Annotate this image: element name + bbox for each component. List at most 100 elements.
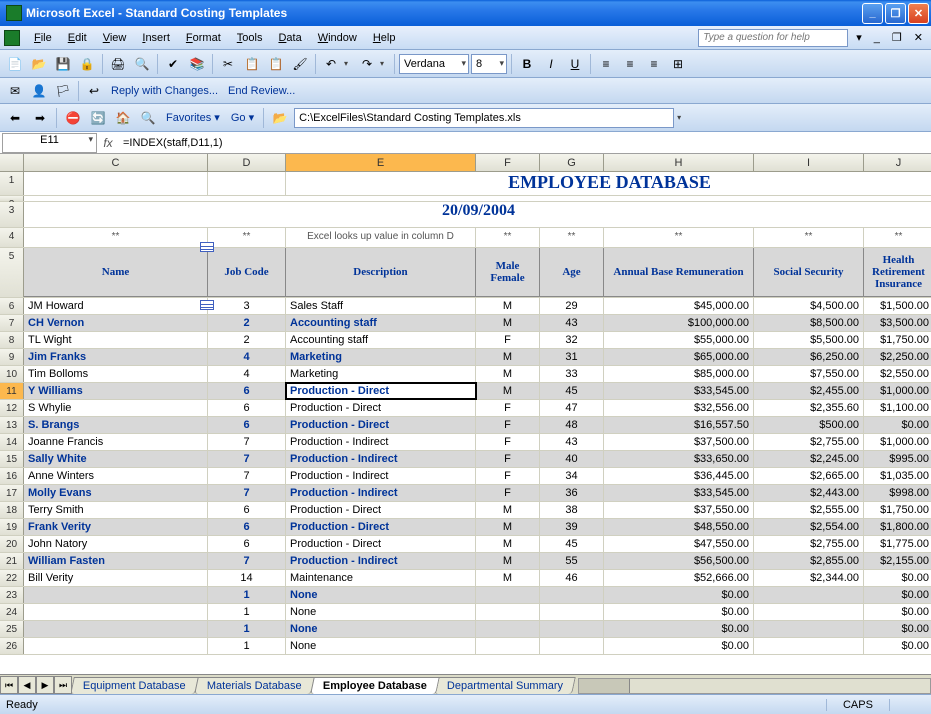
cell-name[interactable] <box>24 621 208 637</box>
back-icon[interactable]: ⬅ <box>4 107 26 129</box>
cell-health[interactable]: $0.00 <box>864 587 931 603</box>
row-header[interactable]: 8 <box>0 332 24 348</box>
workbook-minimize-button[interactable]: _ <box>870 32 884 44</box>
data-row[interactable]: 21William Fasten7Production - IndirectM5… <box>0 553 931 570</box>
tab-nav-next-icon[interactable]: ▶ <box>36 676 54 694</box>
cell-social-security[interactable] <box>754 638 864 654</box>
cell-description[interactable]: Production - Indirect <box>286 468 476 484</box>
menu-tools[interactable]: Tools <box>229 29 271 47</box>
align-left-icon[interactable]: ≡ <box>595 53 617 75</box>
cell-social-security[interactable]: $2,665.00 <box>754 468 864 484</box>
row-header[interactable]: 16 <box>0 468 24 484</box>
print-preview-icon[interactable]: 🔍 <box>131 53 153 75</box>
cell-description[interactable]: Production - Indirect <box>286 485 476 501</box>
row-header[interactable]: 10 <box>0 366 24 382</box>
cell-jobcode[interactable]: 14 <box>208 570 286 586</box>
forward-icon[interactable]: ➡ <box>29 107 51 129</box>
data-row[interactable]: 20John Natory6Production - DirectM45$47,… <box>0 536 931 553</box>
cell-social-security[interactable] <box>754 587 864 603</box>
cell-health[interactable]: $1,000.00 <box>864 383 931 399</box>
cell-name[interactable] <box>24 638 208 654</box>
spreadsheet-grid[interactable]: C D E F G H I J 1 EMPLOYEE DATABASE 2 3 … <box>0 154 931 674</box>
data-row[interactable]: 18Terry Smith6Production - DirectM38$37,… <box>0 502 931 519</box>
cell-name[interactable]: JM Howard <box>24 298 208 314</box>
save-icon[interactable]: 💾 <box>52 53 74 75</box>
data-row[interactable]: 19Frank Verity6Production - DirectM39$48… <box>0 519 931 536</box>
cell-gender[interactable]: M <box>476 502 540 518</box>
col-header[interactable]: C <box>24 154 208 171</box>
cell-age[interactable]: 32 <box>540 332 604 348</box>
redo-icon[interactable]: ↷ <box>356 53 378 75</box>
copy-icon[interactable]: 📋 <box>241 53 263 75</box>
cell-name[interactable]: Frank Verity <box>24 519 208 535</box>
cell-jobcode[interactable]: 7 <box>208 451 286 467</box>
cell-jobcode[interactable]: 6 <box>208 400 286 416</box>
row-header[interactable]: 14 <box>0 434 24 450</box>
sheet-tab[interactable]: Departmental Summary <box>435 677 577 694</box>
cell-health[interactable]: $1,775.00 <box>864 536 931 552</box>
cell-remuneration[interactable]: $47,550.00 <box>604 536 754 552</box>
cell-remuneration[interactable]: $37,550.00 <box>604 502 754 518</box>
cell-jobcode[interactable]: 7 <box>208 553 286 569</box>
cell-health[interactable]: $1,750.00 <box>864 502 931 518</box>
cell-name[interactable]: Terry Smith <box>24 502 208 518</box>
cell-jobcode[interactable]: 6 <box>208 383 286 399</box>
permission-icon[interactable]: 🔒 <box>76 53 98 75</box>
cell-remuneration[interactable]: $52,666.00 <box>604 570 754 586</box>
cell-remuneration[interactable]: $48,550.00 <box>604 519 754 535</box>
cell-jobcode[interactable]: 2 <box>208 332 286 348</box>
data-row[interactable]: 10Tim Bolloms4MarketingM33$85,000.00$7,5… <box>0 366 931 383</box>
cell-remuneration[interactable]: $37,500.00 <box>604 434 754 450</box>
cell-gender[interactable] <box>476 621 540 637</box>
stop-icon[interactable]: ⛔ <box>62 107 84 129</box>
cell-age[interactable] <box>540 621 604 637</box>
cell-description[interactable]: Production - Indirect <box>286 553 476 569</box>
cell-gender[interactable]: F <box>476 468 540 484</box>
cell-description[interactable]: Production - Direct <box>286 502 476 518</box>
cell-jobcode[interactable]: 1 <box>208 604 286 620</box>
italic-icon[interactable]: I <box>540 53 562 75</box>
data-row[interactable]: 17Molly Evans7Production - IndirectF36$3… <box>0 485 931 502</box>
row-header[interactable]: 5 <box>0 248 24 297</box>
maximize-button[interactable]: ❐ <box>885 3 906 24</box>
cell-social-security[interactable]: $2,245.00 <box>754 451 864 467</box>
folder-icon[interactable]: 📂 <box>269 107 291 129</box>
paste-icon[interactable]: 📋 <box>265 53 287 75</box>
flag-icon[interactable]: 🏳 <box>52 80 74 102</box>
cell-health[interactable]: $995.00 <box>864 451 931 467</box>
reply-changes-link[interactable]: Reply with Changes... <box>107 85 222 97</box>
underline-icon[interactable]: U <box>564 53 586 75</box>
cell-age[interactable] <box>540 638 604 654</box>
cell-social-security[interactable] <box>754 604 864 620</box>
reply-icon[interactable]: ↩ <box>83 80 105 102</box>
cell-age[interactable]: 36 <box>540 485 604 501</box>
cell-gender[interactable]: M <box>476 298 540 314</box>
data-row[interactable]: 231None$0.00$0.00 <box>0 587 931 604</box>
cell-health[interactable]: $1,000.00 <box>864 434 931 450</box>
row-header[interactable]: 20 <box>0 536 24 552</box>
cell-gender[interactable] <box>476 604 540 620</box>
cell-gender[interactable] <box>476 638 540 654</box>
align-center-icon[interactable]: ≡ <box>619 53 641 75</box>
cell-description[interactable]: Production - Direct <box>286 400 476 416</box>
data-row[interactable]: 14Joanne Francis7Production - IndirectF4… <box>0 434 931 451</box>
cell-name[interactable]: TL Wight <box>24 332 208 348</box>
cell-remuneration[interactable]: $55,000.00 <box>604 332 754 348</box>
address-dropdown-icon[interactable]: ▾ <box>677 113 687 122</box>
cell-age[interactable]: 43 <box>540 434 604 450</box>
cell-social-security[interactable]: $4,500.00 <box>754 298 864 314</box>
cut-icon[interactable]: ✂ <box>217 53 239 75</box>
col-header[interactable]: F <box>476 154 540 171</box>
cell-jobcode[interactable]: 6 <box>208 502 286 518</box>
cell-social-security[interactable]: $2,443.00 <box>754 485 864 501</box>
cell-remuneration[interactable]: $45,000.00 <box>604 298 754 314</box>
cell-health[interactable]: $2,550.00 <box>864 366 931 382</box>
sheet-tab[interactable]: Equipment Database <box>70 677 198 694</box>
cell-name[interactable]: Joanne Francis <box>24 434 208 450</box>
menu-data[interactable]: Data <box>270 29 309 47</box>
cell-name[interactable]: Bill Verity <box>24 570 208 586</box>
row-header[interactable]: 1 <box>0 172 24 195</box>
col-header[interactable]: I <box>754 154 864 171</box>
cell-social-security[interactable]: $2,855.00 <box>754 553 864 569</box>
cell-name[interactable]: William Fasten <box>24 553 208 569</box>
